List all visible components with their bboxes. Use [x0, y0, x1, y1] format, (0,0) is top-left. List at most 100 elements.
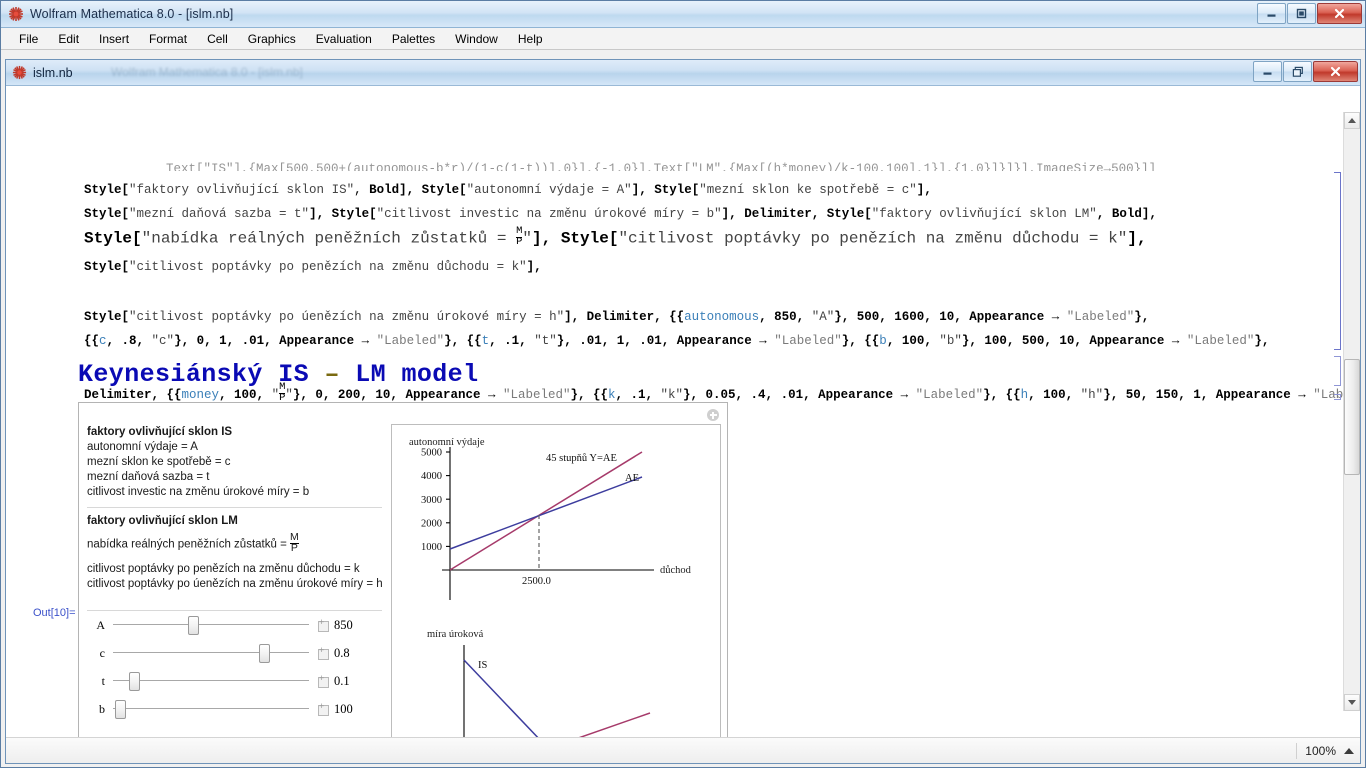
menu-help[interactable]: Help — [509, 30, 552, 48]
menu-file[interactable]: File — [10, 30, 47, 48]
slider-track — [113, 652, 309, 653]
svg-text:důchod: důchod — [660, 565, 692, 576]
slider-value-A: 850 — [334, 617, 353, 632]
slider-animate-icon[interactable] — [318, 618, 329, 632]
menu-palettes[interactable]: Palettes — [383, 30, 444, 48]
slider-thumb[interactable] — [258, 644, 270, 663]
code-line-1: Style["mezní daňová sazba = t"], Style["… — [84, 207, 1157, 221]
chart-is-lm: míra úroková 1.50 — [392, 615, 722, 737]
menu-graphics[interactable]: Graphics — [239, 30, 305, 48]
slider-b[interactable] — [113, 697, 309, 721]
legend-is-item-0: autonomní výdaje = A — [87, 441, 198, 453]
code-line-nabidka: Style["nabídka reálných peněžních zůstat… — [84, 225, 1147, 248]
code-line-0: Style["faktory ovlivňující sklon IS", Bo… — [84, 183, 932, 197]
notebook-canvas[interactable]: Text["IS"],{Max[500,500+(autonomous-b*r)… — [6, 86, 1343, 737]
slider-A[interactable] — [113, 613, 309, 637]
legend-lm-item-0: citlivost poptávky po penězích na změnu … — [87, 562, 360, 575]
svg-text:AE: AE — [625, 473, 639, 484]
scroll-up-icon[interactable] — [1344, 112, 1360, 129]
legend-lm-money: nabídka reálných peněžních zůstatků = MP — [87, 531, 389, 555]
menu-edit[interactable]: Edit — [49, 30, 88, 48]
slider-label-c: c — [99, 645, 105, 660]
page-title-dash: – — [324, 360, 340, 389]
svg-text:1000: 1000 — [421, 542, 442, 553]
notebook-spikey-icon — [12, 65, 27, 80]
page-title: Keynesiánský IS – LM model — [78, 360, 478, 389]
menubar: File Edit Insert Format Cell Graphics Ev… — [1, 28, 1365, 50]
slider-thumb[interactable] — [114, 700, 126, 719]
chart-keynesian-cross: autonomní výdaje 1000 2000 3000 4000 5000 — [392, 425, 722, 615]
graphics-panel: autonomní výdaje 1000 2000 3000 4000 5000 — [391, 424, 721, 737]
legend-lm-item-1: citlivost poptávky po úenězích na změnu … — [87, 577, 383, 590]
chevron-up-icon[interactable] — [1344, 747, 1354, 754]
manipulate-controls: faktory ovlivňující sklon IS autonomní v… — [87, 425, 389, 737]
slider-animate-icon[interactable] — [318, 646, 329, 660]
legend-divider — [87, 507, 382, 508]
notebook-window: islm.nb Wolfram Mathematica 8.0 - [islm.… — [5, 59, 1361, 764]
menu-format[interactable]: Format — [140, 30, 196, 48]
slider-group-is: A 850 c 0.8 t 0.1 b 100 — [87, 611, 389, 723]
cell-bracket-title[interactable] — [1334, 356, 1341, 386]
maximize-button[interactable] — [1287, 3, 1316, 24]
svg-text:2500.0: 2500.0 — [522, 576, 551, 587]
svg-text:45 stupňů Y=AE: 45 stupňů Y=AE — [546, 453, 617, 464]
slider-row-is-c: c 0.8 — [87, 639, 389, 667]
slider-thumb[interactable] — [129, 672, 141, 691]
cell-bracket-input[interactable] — [1334, 172, 1341, 350]
slider-animate-icon[interactable] — [318, 702, 329, 716]
menu-cell[interactable]: Cell — [198, 30, 237, 48]
code-line-4: {{c, .8, "c"}, 0, 1, .01, Appearance → "… — [84, 334, 1270, 348]
window-title: Wolfram Mathematica 8.0 - [islm.nb] — [30, 7, 234, 21]
slider-thumb[interactable] — [187, 616, 199, 635]
output-label: Out[10]= — [33, 607, 76, 619]
notebook-ghost-title: Wolfram Mathematica 8.0 - [islm.nb] — [111, 65, 303, 79]
notebook-restore-button[interactable] — [1283, 61, 1312, 82]
svg-text:míra úroková: míra úroková — [427, 629, 484, 640]
slider-label-b: b — [99, 701, 105, 716]
code-line-3: Style["citlivost poptávky po úenězích na… — [84, 310, 1150, 324]
mathematica-spikey-icon — [8, 6, 24, 22]
legend-is-item-3: citlivost investic na změnu úrokové míry… — [87, 486, 310, 498]
slider-c[interactable] — [113, 641, 309, 665]
scroll-down-icon[interactable] — [1344, 694, 1360, 711]
menu-evaluation[interactable]: Evaluation — [307, 30, 381, 48]
page-title-part2: LM model — [339, 360, 479, 389]
svg-text:3000: 3000 — [421, 495, 442, 506]
slider-label-A: A — [96, 617, 105, 632]
legend-lm-header: faktory ovlivňující sklon LM — [87, 515, 238, 527]
slider-t[interactable] — [113, 669, 309, 693]
slider-row-is-t: t 0.1 — [87, 667, 389, 695]
slider-value-c: 0.8 — [334, 645, 350, 660]
slider-value-t: 0.1 — [334, 673, 350, 688]
notebook-close-button[interactable] — [1313, 61, 1358, 82]
slider-row-is-b: b 100 — [87, 695, 389, 723]
menu-insert[interactable]: Insert — [90, 30, 138, 48]
close-button[interactable] — [1317, 3, 1362, 24]
plus-circle-icon[interactable] — [707, 409, 719, 421]
window-controls — [1257, 3, 1362, 24]
legend-is-header: faktory ovlivňující sklon IS — [87, 426, 233, 438]
slider-track — [113, 624, 309, 625]
notebook-titlebar: islm.nb Wolfram Mathematica 8.0 - [islm.… — [6, 60, 1360, 86]
minimize-button[interactable] — [1257, 3, 1286, 24]
code-clipped-line: Text["IS"],{Max[500,500+(autonomous-b*r)… — [166, 162, 1157, 171]
factor-legend: faktory ovlivňující sklon IS autonomní v… — [87, 425, 389, 592]
notebook-body: Text["IS"],{Max[500,500+(autonomous-b*r)… — [6, 86, 1360, 737]
menu-window[interactable]: Window — [446, 30, 507, 48]
notebook-statusbar: 100% — [6, 737, 1360, 763]
svg-text:autonomní výdaje: autonomní výdaje — [409, 437, 485, 448]
legend-is-item-2: mezní daňová sazba = t — [87, 471, 210, 483]
legend-is-item-1: mezní sklon ke spotřebě = c — [87, 456, 231, 468]
code-line-2: Style["citlivost poptávky po penězích na… — [84, 260, 542, 274]
zoom-level[interactable]: 100% — [1305, 744, 1336, 758]
vertical-scrollbar[interactable] — [1343, 112, 1360, 711]
mathematica-main-window: Wolfram Mathematica 8.0 - [islm.nb] File… — [0, 0, 1366, 768]
m-over-p-fraction: MP — [289, 531, 299, 554]
main-titlebar: Wolfram Mathematica 8.0 - [islm.nb] — [1, 1, 1365, 28]
svg-text:IS: IS — [478, 660, 487, 671]
notebook-window-controls — [1253, 61, 1358, 82]
scrollbar-thumb[interactable] — [1344, 359, 1360, 475]
notebook-minimize-button[interactable] — [1253, 61, 1282, 82]
cell-bracket-output[interactable] — [1334, 394, 1341, 400]
slider-animate-icon[interactable] — [318, 674, 329, 688]
